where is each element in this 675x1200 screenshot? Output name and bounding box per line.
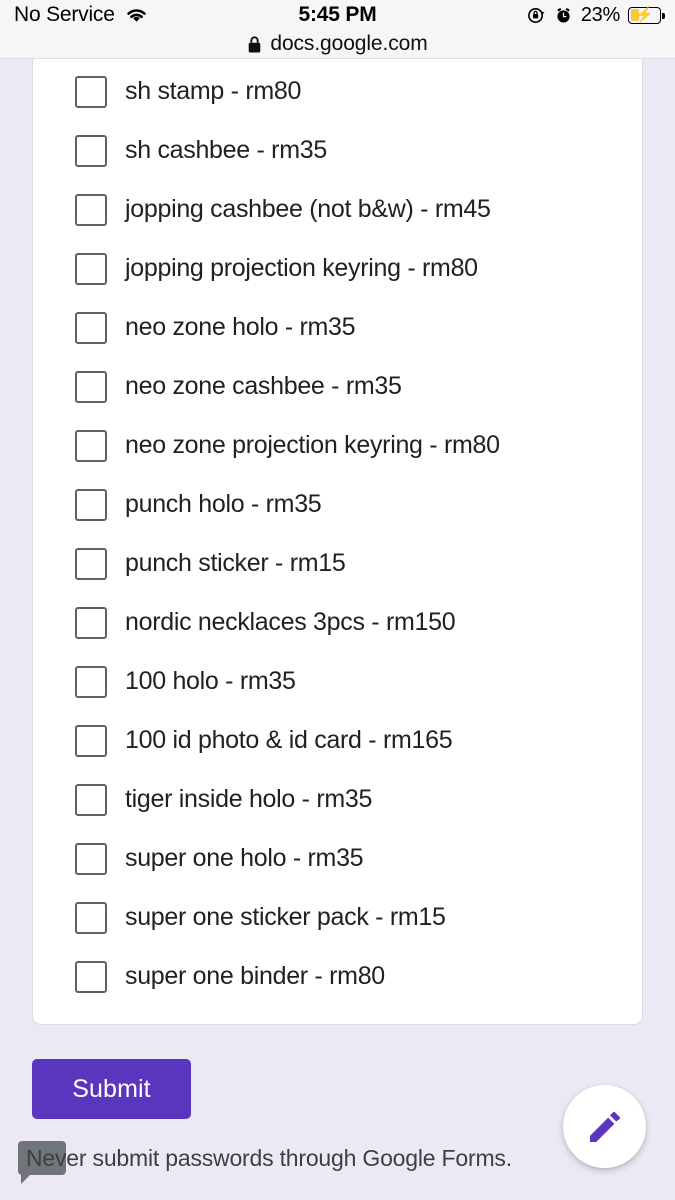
option-checkbox[interactable] <box>75 547 107 580</box>
status-bar-left: No Service <box>14 3 149 27</box>
option-label: 100 id photo & id card - rm165 <box>125 726 453 754</box>
checkbox-option-row[interactable]: 100 id photo & id card - rm165 <box>33 711 642 770</box>
browser-url-bar[interactable]: docs.google.com <box>0 30 675 59</box>
checkbox-option-row[interactable]: super one binder - rm80 <box>33 947 642 1006</box>
battery-percent-label: 23% <box>580 3 620 26</box>
rotation-lock-icon <box>527 7 545 23</box>
checkbox-option-row[interactable]: sh stamp - rm80 <box>33 62 642 121</box>
lock-icon <box>249 35 261 53</box>
checkbox-option-row[interactable]: punch sticker - rm15 <box>33 534 642 593</box>
option-label: neo zone cashbee - rm35 <box>125 372 402 400</box>
option-label: super one sticker pack - rm15 <box>125 903 446 931</box>
checkbox-option-row[interactable]: tiger inside holo - rm35 <box>33 770 642 829</box>
form-footer-note: Never submit passwords through Google Fo… <box>26 1145 512 1171</box>
checkbox-options-list: sh stamp - rm80 sh cashbee - rm35 jopping … <box>33 62 642 1006</box>
form-question-card: sh stamp - rm80 sh cashbee - rm35 jopping … <box>32 59 643 1025</box>
option-checkbox[interactable] <box>75 606 107 639</box>
option-checkbox[interactable] <box>75 370 107 403</box>
url-text: docs.google.com <box>270 32 428 55</box>
ios-status-bar: No Service 5:45 PM 23% ⚡ <box>0 0 675 30</box>
option-checkbox[interactable] <box>75 488 107 521</box>
checkbox-option-row[interactable]: super one sticker pack - rm15 <box>33 888 642 947</box>
phone-screen: No Service 5:45 PM 23% ⚡ docs.google.com… <box>0 0 675 1200</box>
option-checkbox[interactable] <box>75 901 107 934</box>
checkbox-option-row[interactable]: super one holo - rm35 <box>33 829 642 888</box>
checkbox-option-row[interactable]: neo zone holo - rm35 <box>33 298 642 357</box>
checkbox-option-row[interactable]: sh cashbee - rm35 <box>33 121 642 180</box>
carrier-label: No Service <box>14 3 115 26</box>
option-label: neo zone holo - rm35 <box>125 313 356 341</box>
checkbox-option-row[interactable]: nordic necklaces 3pcs - rm150 <box>33 593 642 652</box>
checkbox-option-row[interactable]: neo zone cashbee - rm35 <box>33 357 642 416</box>
battery-charging-icon: ⚡ <box>628 6 665 24</box>
option-label: super one holo - rm35 <box>125 844 364 872</box>
option-checkbox[interactable] <box>75 724 107 757</box>
option-checkbox[interactable] <box>75 252 107 285</box>
option-label: sh cashbee - rm35 <box>125 136 327 164</box>
checkbox-option-row[interactable]: jopping cashbee (not b&w) - rm45 <box>33 180 642 239</box>
pencil-edit-icon <box>589 1111 620 1142</box>
option-label: nordic necklaces 3pcs - rm150 <box>125 608 456 636</box>
option-label: sh stamp - rm80 <box>125 77 302 105</box>
option-checkbox[interactable] <box>75 429 107 462</box>
option-checkbox[interactable] <box>75 783 107 816</box>
option-checkbox[interactable] <box>75 134 107 167</box>
option-label: tiger inside holo - rm35 <box>125 785 373 813</box>
checkbox-option-row[interactable]: neo zone projection keyring - rm80 <box>33 416 642 475</box>
option-checkbox[interactable] <box>75 311 107 344</box>
option-label: punch sticker - rm15 <box>125 549 346 577</box>
edit-form-fab[interactable] <box>563 1085 646 1168</box>
status-bar-right: 23% ⚡ <box>527 3 665 27</box>
checkbox-option-row[interactable]: jopping projection keyring - rm80 <box>33 239 642 298</box>
option-checkbox[interactable] <box>75 842 107 875</box>
option-checkbox[interactable] <box>75 75 107 108</box>
form-page: sh stamp - rm80 sh cashbee - rm35 jopping … <box>0 59 675 1200</box>
alarm-clock-icon <box>557 7 570 23</box>
option-label: jopping cashbee (not b&w) - rm45 <box>125 195 491 223</box>
option-label: jopping projection keyring - rm80 <box>125 254 478 282</box>
option-label: punch holo - rm35 <box>125 490 322 518</box>
submit-button[interactable]: Submit <box>32 1059 191 1119</box>
option-checkbox[interactable] <box>75 665 107 698</box>
option-checkbox[interactable] <box>75 960 107 993</box>
option-label: neo zone projection keyring - rm80 <box>125 431 500 459</box>
option-label: 100 holo - rm35 <box>125 667 296 695</box>
option-label: super one binder - rm80 <box>125 962 385 990</box>
option-checkbox[interactable] <box>75 193 107 226</box>
checkbox-option-row[interactable]: 100 holo - rm35 <box>33 652 642 711</box>
checkbox-option-row[interactable]: punch holo - rm35 <box>33 475 642 534</box>
wifi-icon <box>127 9 146 22</box>
